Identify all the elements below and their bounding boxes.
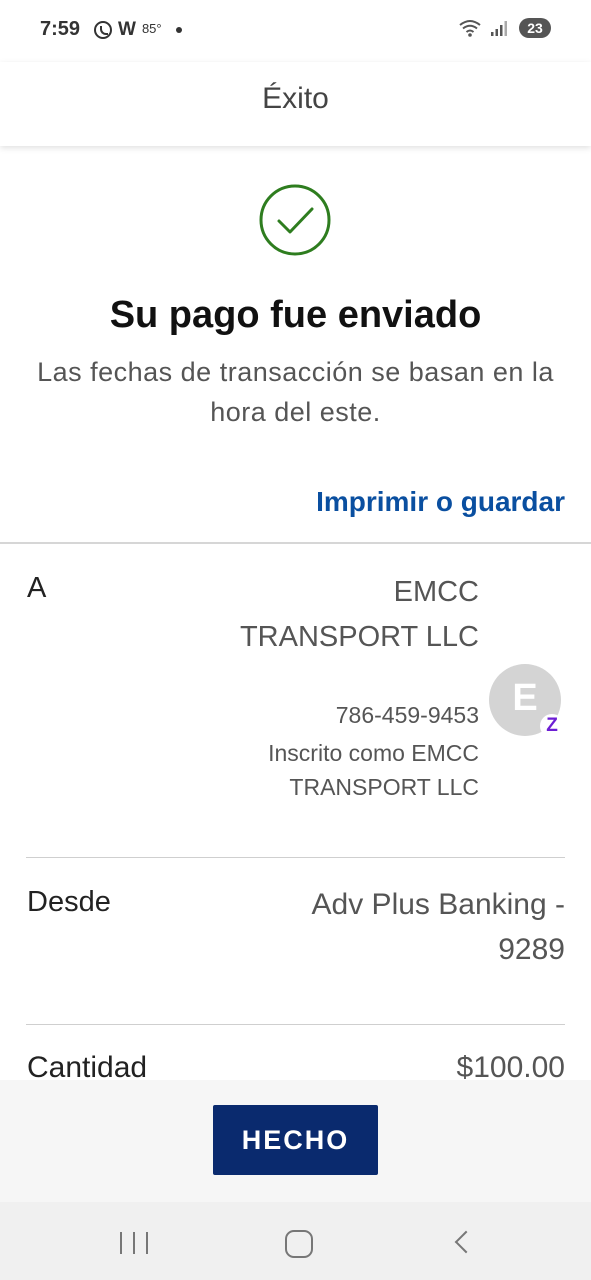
status-time: 7:59 (40, 18, 81, 40)
wifi-icon (459, 20, 481, 37)
whatsapp-icon (94, 21, 112, 39)
home-icon[interactable] (285, 1230, 313, 1258)
status-bar: 7:59 W 85° 23 (0, 0, 591, 62)
status-system-icons: 23 (459, 18, 551, 38)
done-button[interactable]: HECHO (213, 1105, 378, 1175)
app-header: Éxito (0, 62, 591, 146)
page-title: Éxito (262, 82, 329, 115)
recent-apps-icon[interactable] (120, 1232, 148, 1254)
zelle-icon: Z (540, 714, 564, 738)
check-circle-icon (259, 184, 331, 256)
divider (26, 1024, 565, 1025)
timezone-note: Las fechas de transacción se basan en la… (37, 357, 554, 427)
amount-value: $100.00 (456, 1051, 565, 1080)
from-label: Desde (27, 886, 111, 918)
from-account: Adv Plus Banking - 9289 (311, 888, 565, 966)
recipient-name: EMCC TRANSPORT LLC (239, 576, 479, 653)
recipient-phone: 786-459-9453 (335, 702, 479, 728)
print-or-save-link[interactable]: Imprimir o guardar (316, 486, 565, 518)
confirmation-content[interactable]: Su pago fue enviado Las fechas de transa… (0, 146, 591, 1080)
back-icon[interactable] (454, 1230, 478, 1254)
amount-label: Cantidad (27, 1051, 148, 1080)
recipient-enrolled-name: Inscrito como EMCC TRANSPORT LLC (268, 740, 479, 800)
divider (26, 857, 565, 858)
footer-bar: HECHO (0, 1080, 591, 1202)
divider (0, 542, 591, 544)
status-notifications: W 85° (94, 19, 182, 41)
battery-icon: 23 (519, 18, 551, 38)
notification-dot-icon (175, 27, 182, 33)
temperature: 85° (141, 20, 162, 36)
system-nav-bar (0, 1202, 591, 1280)
weather-letter: W (118, 19, 136, 40)
to-label: A (27, 572, 47, 604)
success-headline: Su pago fue enviado (109, 294, 482, 336)
signal-icon (491, 21, 507, 36)
